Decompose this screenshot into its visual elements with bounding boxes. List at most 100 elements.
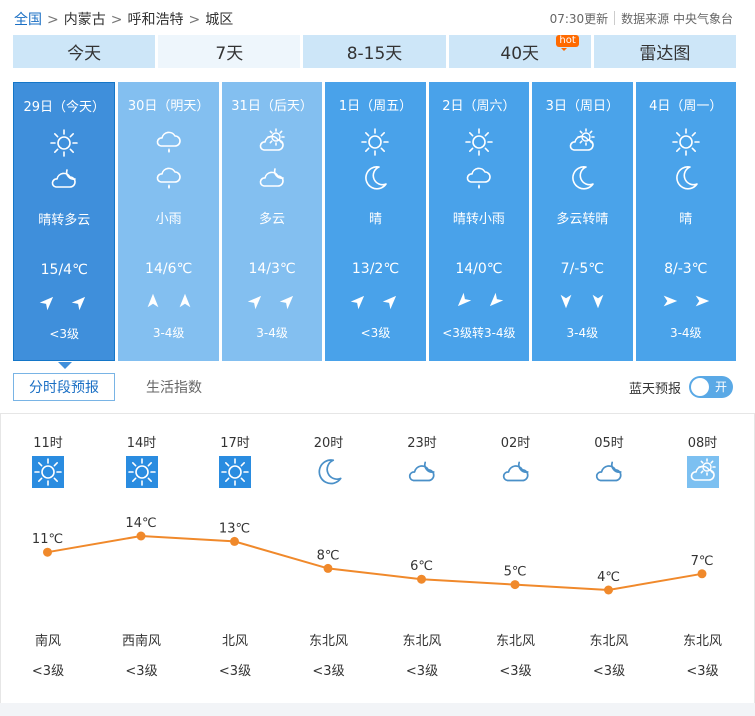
day-weather-icon [257, 127, 287, 157]
day-card[interactable]: 2日（周六） 晴转小雨 14/0℃ <3级转3-4级 [428, 82, 530, 361]
east-wind-icon [695, 295, 709, 307]
moon-icon [675, 166, 698, 190]
hour-weather-icon [406, 456, 438, 488]
day-weather-text: 小雨 [155, 212, 182, 227]
hourly-column: 08时 东北风 <3级 [656, 414, 750, 716]
tab-life-index[interactable]: 生活指数 [129, 373, 219, 401]
hour-wind-direction: 北风 [221, 634, 248, 649]
tab-label: 雷达图 [639, 44, 691, 64]
southwest-wind-icon [489, 292, 504, 307]
hour-wind-direction: 东北风 [682, 634, 722, 649]
day-card[interactable]: 4日（周一） 晴 8/-3℃ 3-4级 [635, 82, 736, 361]
day-temperature: 13/2℃ [351, 261, 400, 277]
tab-label: 40天 [500, 44, 540, 64]
tab-40days[interactable]: 40天 hot [448, 35, 591, 68]
day-date: 2日（周六） [442, 99, 516, 114]
hour-time: 11时 [33, 436, 63, 451]
hour-wind-level: <3级 [499, 664, 532, 679]
day-weather-icon [464, 127, 494, 157]
hour-weather-icon [686, 456, 719, 488]
day-card[interactable]: 3日（周日） 多云转晴 7/-5℃ 3-4级 [532, 82, 633, 361]
day-date: 3日（周日） [545, 99, 619, 114]
northeast-wind-icon [279, 295, 294, 310]
day-weather-icon [671, 127, 701, 157]
northeast-wind-icon [383, 295, 397, 310]
breadcrumb-separator: > [47, 12, 59, 28]
hour-weather-icon [500, 456, 532, 488]
wind-level: 3-4级 [669, 326, 702, 340]
southwest-wind-icon [457, 292, 472, 307]
tab-today[interactable]: 今天 [13, 35, 156, 68]
hour-weather-icon [32, 456, 64, 488]
day-weather-icon [360, 127, 390, 157]
tab-7days[interactable]: 7天 [158, 35, 301, 68]
northeast-wind-icon [247, 295, 262, 310]
hour-wind-level: <3级 [686, 664, 719, 679]
hour-wind-level: <3级 [218, 664, 252, 679]
day-card[interactable]: 31日（后天） 多云 14/3℃ 3-4级 [221, 82, 323, 361]
wind-level: 3-4级 [256, 326, 288, 340]
hour-weather-icon [219, 456, 251, 488]
breadcrumb-separator: > [188, 12, 201, 28]
tab-radar[interactable]: 雷达图 [593, 35, 737, 68]
cloudy-night-icon [259, 168, 284, 187]
northeast-wind-icon [71, 296, 86, 311]
hour-wind-level: <3级 [592, 664, 626, 679]
hour-time: 05时 [594, 436, 624, 451]
wind-direction [222, 292, 322, 310]
day-temperature: 14/3℃ [248, 261, 296, 277]
hourly-column: 14时 西南风 <3级 [95, 414, 189, 716]
hourly-column: 11时 南风 <3级 [1, 414, 95, 716]
tab-hourly-forecast[interactable]: 分时段预报 [13, 373, 115, 401]
hourly-column: 02时 东北风 <3级 [469, 414, 563, 716]
hour-time: 02时 [500, 436, 531, 451]
day-temperature: 14/6℃ [145, 261, 193, 277]
tab-label: 今天 [67, 44, 102, 64]
selected-pointer [58, 362, 72, 369]
seven-day-forecast: 29日（今天） 晴转多云 15/4℃ <3级 30日（明天） 小雨 14/6℃ … [13, 82, 736, 369]
day-temperature: 8/-3℃ [664, 261, 708, 277]
hour-wind-direction: 南风 [34, 634, 61, 649]
day-weather-text: 晴 [679, 212, 693, 227]
cloudy-night-icon [502, 461, 529, 482]
day-date: 4日（周一） [649, 99, 723, 114]
toggle-text: 开 [714, 380, 727, 394]
day-weather-icon [49, 128, 79, 158]
day-temperature: 14/0℃ [455, 261, 503, 277]
hour-time: 23时 [407, 436, 437, 451]
breadcrumb-home[interactable]: 全国 [14, 12, 42, 28]
hourly-forecast-panel: 11℃ 14℃ 13℃ 8℃ 6℃ 5℃ 4℃ 7℃ 11时 南风 <3级 14时 西南风 <… [0, 413, 755, 716]
breadcrumb-city[interactable]: 呼和浩特 [127, 12, 183, 28]
hour-wind-direction: 西南风 [121, 634, 161, 649]
hourly-column: 05时 东北风 <3级 [562, 414, 656, 716]
sun-square-icon [32, 456, 64, 488]
hour-time: 08时 [687, 436, 718, 451]
wind-level: <3级 [49, 327, 80, 341]
breadcrumb-province[interactable]: 内蒙古 [64, 12, 106, 28]
tab-8-15days[interactable]: 8-15天 [303, 35, 446, 68]
day-card[interactable]: 29日（今天） 晴转多云 15/4℃ <3级 [13, 82, 116, 369]
hot-badge: hot [556, 35, 579, 51]
day-temperature: 15/4℃ [40, 262, 88, 278]
tab-label: 7天 [215, 44, 244, 64]
moon-icon [365, 166, 388, 190]
day-date: 30日（明天） [127, 99, 210, 114]
day-card[interactable]: 1日（周五） 晴 13/2℃ <3级 [325, 82, 426, 361]
moon-icon [572, 166, 595, 190]
night-weather-icon [154, 163, 184, 193]
blue-sky-toggle[interactable]: 开 [689, 376, 733, 398]
wind-direction [532, 292, 632, 310]
north-wind-icon [147, 293, 159, 308]
day-card[interactable]: 30日（明天） 小雨 14/6℃ 3-4级 [118, 82, 219, 361]
hourly-column: 17时 北风 <3级 [188, 414, 282, 716]
cloudy-night-icon [51, 169, 77, 188]
data-source: 数据来源 中央气象台 [621, 12, 733, 26]
breadcrumb: 全国 > 内蒙古 > 呼和浩特 > 城区 [14, 9, 233, 29]
day-weather-icon [154, 127, 184, 157]
moon-icon [317, 459, 342, 485]
rain-icon [466, 167, 491, 189]
day-date: 29日（今天） [23, 100, 105, 115]
hour-wind-direction: 东北风 [589, 634, 629, 649]
hour-wind-direction: 东北风 [402, 634, 442, 649]
hour-wind-level: <3级 [31, 664, 65, 679]
